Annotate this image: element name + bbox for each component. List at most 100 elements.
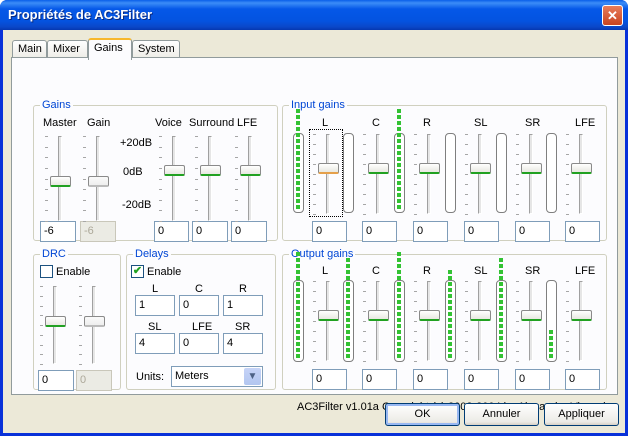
input-gain-input[interactable]: 0	[515, 221, 550, 242]
level-dots	[499, 256, 504, 358]
output-gain-input[interactable]: 0	[565, 369, 600, 390]
slider-tick	[40, 295, 43, 297]
slider-tick	[195, 199, 198, 201]
output-gain-slider[interactable]	[516, 281, 542, 362]
level-dot	[296, 109, 300, 113]
input-gain-slider[interactable]	[516, 134, 542, 215]
output-gain-slider[interactable]	[363, 281, 389, 362]
slider-thumb[interactable]	[470, 163, 491, 174]
delay-c-input[interactable]: 0	[179, 295, 219, 316]
slider-thumb[interactable]	[470, 310, 491, 321]
level-dot	[346, 270, 350, 274]
voice-gain-input[interactable]: 0	[154, 221, 189, 242]
slider-tick	[235, 178, 238, 180]
title-bar[interactable]: Propriétés de AC3Filter ✕	[0, 0, 628, 30]
slider-thumb[interactable]	[240, 165, 261, 176]
level-dot	[397, 270, 401, 274]
level-dot	[397, 187, 401, 191]
drc-enable-checkbox[interactable]	[40, 265, 53, 278]
delay-sr-input[interactable]: 4	[223, 333, 263, 354]
input-gain-input[interactable]: 0	[312, 221, 347, 242]
slider-thumb[interactable]	[164, 165, 185, 176]
level-dot	[397, 169, 401, 173]
slider-thumb[interactable]	[571, 163, 592, 174]
slider-tick	[313, 301, 316, 302]
slider-tick	[83, 189, 86, 191]
slider-thumb[interactable]	[368, 310, 389, 321]
ok-button[interactable]: OK	[385, 403, 460, 426]
delay-l-input[interactable]: 1	[135, 295, 175, 316]
level-dot	[397, 151, 401, 155]
level-dot	[499, 282, 503, 286]
slider-thumb[interactable]	[368, 163, 389, 174]
units-select-value: Meters	[175, 370, 209, 382]
slider-thumb[interactable]	[200, 165, 221, 176]
input-gain-input[interactable]: 0	[464, 221, 499, 242]
output-gain-input[interactable]: 0	[362, 369, 397, 390]
level-dot	[499, 336, 503, 340]
surround-gain-input[interactable]: 0	[192, 221, 228, 242]
dialog-client: Main Mixer Gains System Gains Master Gai…	[3, 30, 625, 433]
level-dot	[346, 282, 350, 286]
master-gain-input[interactable]: -6	[40, 221, 76, 242]
slider-tick	[566, 214, 569, 215]
slider-tick	[45, 136, 48, 137]
surround-gain-slider[interactable]	[195, 136, 221, 222]
slider-thumb[interactable]	[318, 310, 339, 321]
output-gain-input[interactable]: 0	[464, 369, 499, 390]
slider-tick	[414, 174, 417, 175]
input-gain-slider[interactable]	[414, 134, 440, 215]
close-button[interactable]: ✕	[602, 5, 623, 26]
slider-tick	[159, 167, 162, 169]
input-gain-input[interactable]: 0	[413, 221, 448, 242]
slider-tick	[465, 194, 468, 195]
output-gain-slider[interactable]	[566, 281, 592, 362]
output-gain-input[interactable]: 0	[413, 369, 448, 390]
slider-tick	[313, 291, 316, 292]
slider-tick	[363, 301, 366, 302]
slider-thumb[interactable]	[318, 163, 339, 174]
slider-thumb[interactable]	[521, 310, 542, 321]
input-gain-slider[interactable]	[313, 134, 339, 215]
lfe-gain-slider[interactable]	[235, 136, 261, 222]
slider-thumb[interactable]	[419, 163, 440, 174]
slider-tick	[79, 305, 82, 307]
tab-gains[interactable]: Gains	[88, 38, 132, 60]
slider-thumb[interactable]	[419, 310, 440, 321]
delay-lfe-input[interactable]: 0	[179, 333, 219, 354]
level-dot	[346, 324, 350, 328]
slider-tick	[40, 354, 43, 356]
drc-value-input[interactable]: 0	[38, 370, 74, 391]
apply-button[interactable]: Appliquer	[544, 403, 619, 426]
delay-sl-input[interactable]: 4	[135, 333, 175, 354]
input-gain-slider[interactable]	[566, 134, 592, 215]
level-dot	[296, 336, 300, 340]
output-gain-input[interactable]: 0	[312, 369, 347, 390]
input-gain-slider[interactable]	[465, 134, 491, 215]
slider-thumb[interactable]	[571, 310, 592, 321]
delays-enable-checkbox[interactable]: ✔	[131, 265, 144, 278]
output-gain-slider[interactable]	[313, 281, 339, 362]
cancel-button[interactable]: Annuler	[464, 403, 539, 426]
output-gain-slider[interactable]	[414, 281, 440, 362]
delay-r-input[interactable]: 1	[223, 295, 263, 316]
chevron-down-icon[interactable]: ▼	[244, 368, 261, 385]
slider-tick	[516, 214, 519, 215]
input-gain-input[interactable]: 0	[565, 221, 600, 242]
lfe-gain-input[interactable]: 0	[231, 221, 267, 242]
slider-thumb[interactable]	[45, 316, 66, 327]
output-gain-slider[interactable]	[465, 281, 491, 362]
input-gain-input[interactable]: 0	[362, 221, 397, 242]
level-dot	[296, 199, 300, 203]
master-gain-slider[interactable]	[45, 136, 71, 222]
output-gain-input[interactable]: 0	[515, 369, 550, 390]
slider-thumb[interactable]	[50, 176, 71, 187]
voice-gain-slider[interactable]	[159, 136, 185, 222]
level-dot	[397, 252, 401, 256]
slider-tick	[516, 144, 519, 145]
slider-tick	[516, 154, 519, 155]
input-gain-slider[interactable]	[363, 134, 389, 215]
drc-slider[interactable]	[40, 286, 66, 365]
slider-thumb[interactable]	[521, 163, 542, 174]
units-select[interactable]: Meters ▼	[171, 366, 263, 387]
